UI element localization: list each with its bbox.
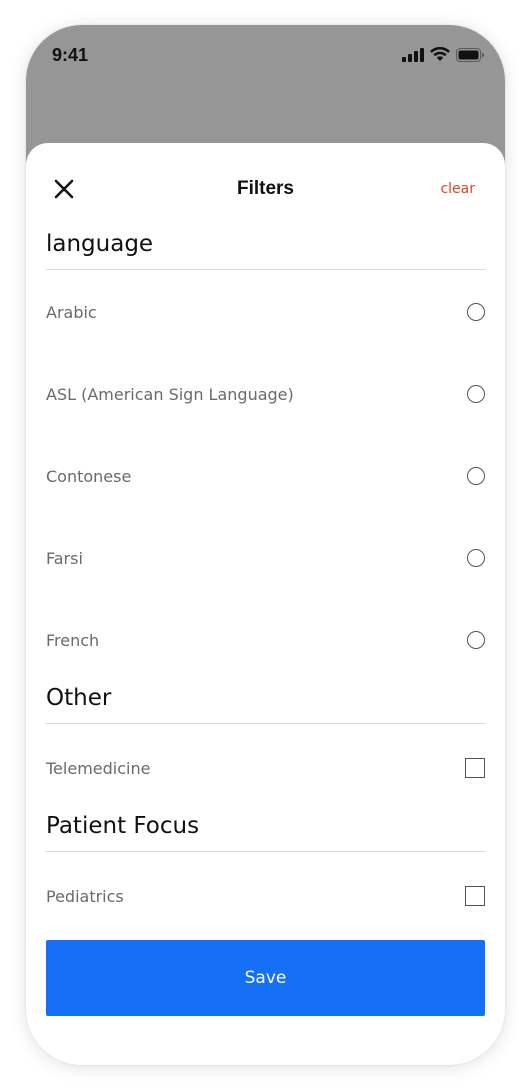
- wifi-icon: [430, 47, 450, 61]
- option-label: Telemedicine: [46, 758, 151, 778]
- section-title-other: Other: [46, 685, 485, 724]
- phone-frame: 9:41 Filters clear language Arabic ASL (…: [26, 25, 505, 1065]
- clear-button[interactable]: clear: [440, 181, 475, 197]
- option-label: Contonese: [46, 466, 132, 486]
- option-label: Farsi: [46, 548, 83, 568]
- section-title-language: language: [46, 231, 485, 270]
- option-label: ASL (American Sign Language): [46, 384, 294, 404]
- option-label: Pediatrics: [46, 886, 124, 906]
- battery-icon: [456, 47, 484, 62]
- filters-sheet: Filters clear language Arabic ASL (Ameri…: [26, 143, 505, 1065]
- option-arabic[interactable]: Arabic: [46, 292, 485, 332]
- radio-button[interactable]: [467, 385, 485, 403]
- radio-button[interactable]: [467, 549, 485, 567]
- radio-button[interactable]: [467, 303, 485, 321]
- option-pediatrics[interactable]: Pediatrics: [46, 876, 485, 916]
- cellular-signal-icon: [402, 47, 424, 62]
- option-farsi[interactable]: Farsi: [46, 538, 485, 578]
- option-asl[interactable]: ASL (American Sign Language): [46, 374, 485, 414]
- section-title-patient-focus: Patient Focus: [46, 813, 485, 852]
- status-icons: [402, 47, 485, 62]
- checkbox[interactable]: [465, 886, 485, 906]
- option-label: French: [46, 630, 100, 650]
- status-bar: 9:41: [26, 25, 505, 85]
- radio-button[interactable]: [467, 467, 485, 485]
- checkbox[interactable]: [465, 758, 485, 778]
- page-title: Filters: [236, 178, 295, 199]
- save-button[interactable]: Save: [46, 940, 485, 1016]
- option-telemedicine[interactable]: Telemedicine: [46, 748, 485, 788]
- option-contonese[interactable]: Contonese: [46, 456, 485, 496]
- radio-button[interactable]: [467, 631, 485, 649]
- option-label: Arabic: [46, 302, 97, 322]
- sheet-header: Filters clear: [26, 143, 505, 235]
- option-french[interactable]: French: [46, 620, 485, 660]
- status-time: 9:41: [52, 45, 89, 65]
